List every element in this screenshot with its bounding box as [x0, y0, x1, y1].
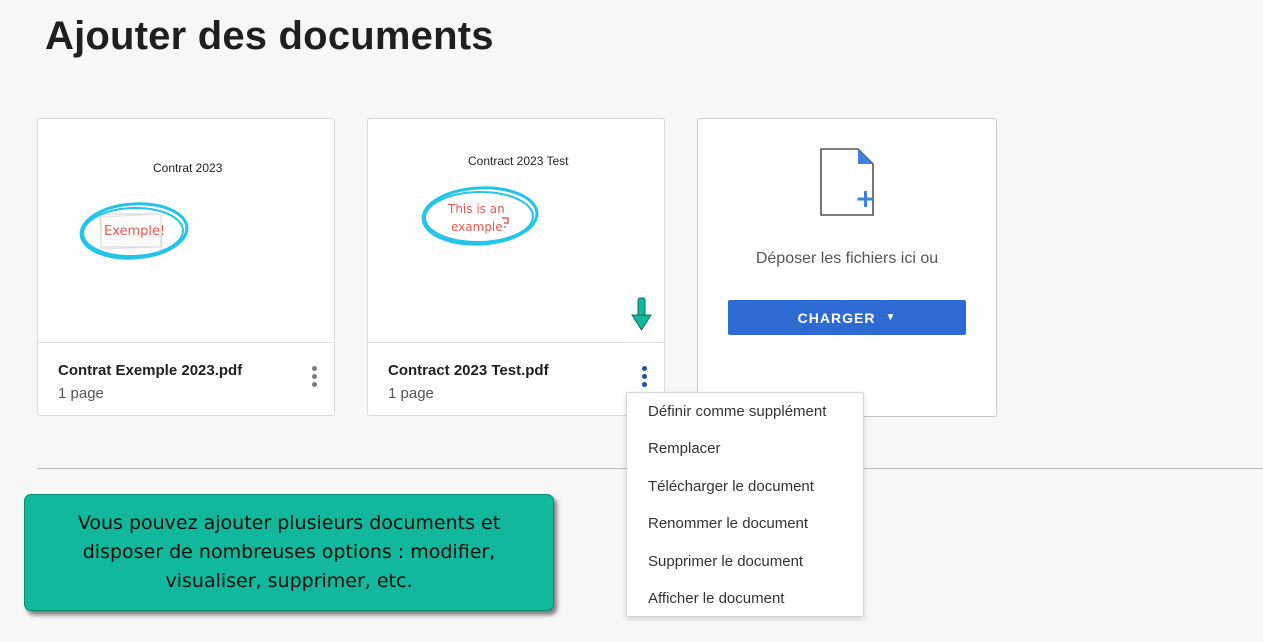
- file-name: Contrat Exemple 2023.pdf: [58, 362, 243, 379]
- file-name: Contract 2023 Test.pdf: [388, 362, 549, 379]
- callout-text: Vous pouvez ajouter plusieurs documents …: [77, 512, 501, 592]
- document-thumbnail[interactable]: Contract 2023 Test This is an example: [368, 119, 664, 342]
- page-count: 1 page: [58, 385, 104, 402]
- menu-item-download[interactable]: Télécharger le document: [648, 478, 814, 495]
- document-thumbnail[interactable]: Contrat 2023 Exemple!: [38, 119, 334, 342]
- page-title: Ajouter des documents: [45, 14, 494, 58]
- menu-item-delete[interactable]: Supprimer le document: [648, 553, 803, 570]
- menu-item-replace[interactable]: Remplacer: [648, 440, 721, 457]
- upload-button[interactable]: CHARGER ▼: [728, 300, 966, 335]
- annotation-drawing: This is an example: [421, 186, 652, 331]
- preview-annotation-line-1: This is an: [447, 202, 505, 216]
- caret-down-icon: ▼: [885, 312, 897, 323]
- preview-annotation-line-2: example: [451, 220, 503, 234]
- menu-item-rename[interactable]: Renommer le document: [648, 515, 808, 532]
- annotation-drawing: Exemple!: [79, 202, 189, 260]
- file-add-icon: [820, 148, 874, 216]
- document-card[interactable]: Contrat 2023 Exemple! Contrat Exemple 20…: [37, 118, 335, 416]
- tip-callout: Vous pouvez ajouter plusieurs documents …: [24, 494, 554, 611]
- drop-text: Déposer les fichiers ici ou: [755, 250, 939, 267]
- document-footer: Contrat Exemple 2023.pdf 1 page: [38, 342, 334, 417]
- document-card[interactable]: Contract 2023 Test This is an example Co…: [367, 118, 665, 416]
- upload-dropzone[interactable]: Déposer les fichiers ici ou CHARGER ▼: [697, 118, 997, 417]
- kebab-menu-icon[interactable]: [304, 365, 324, 389]
- document-footer: Contract 2023 Test.pdf 1 page: [368, 342, 664, 417]
- preview-annotation: Exemple!: [104, 224, 165, 239]
- menu-item-view[interactable]: Afficher le document: [648, 590, 784, 607]
- upload-button-label: CHARGER: [797, 309, 876, 326]
- menu-item-set-supplement[interactable]: Définir comme supplément: [648, 403, 826, 420]
- document-context-menu: Définir comme supplément Remplacer Téléc…: [626, 392, 864, 617]
- kebab-menu-icon[interactable]: [634, 365, 654, 389]
- down-arrow-icon: [631, 297, 652, 331]
- page-count: 1 page: [388, 385, 434, 402]
